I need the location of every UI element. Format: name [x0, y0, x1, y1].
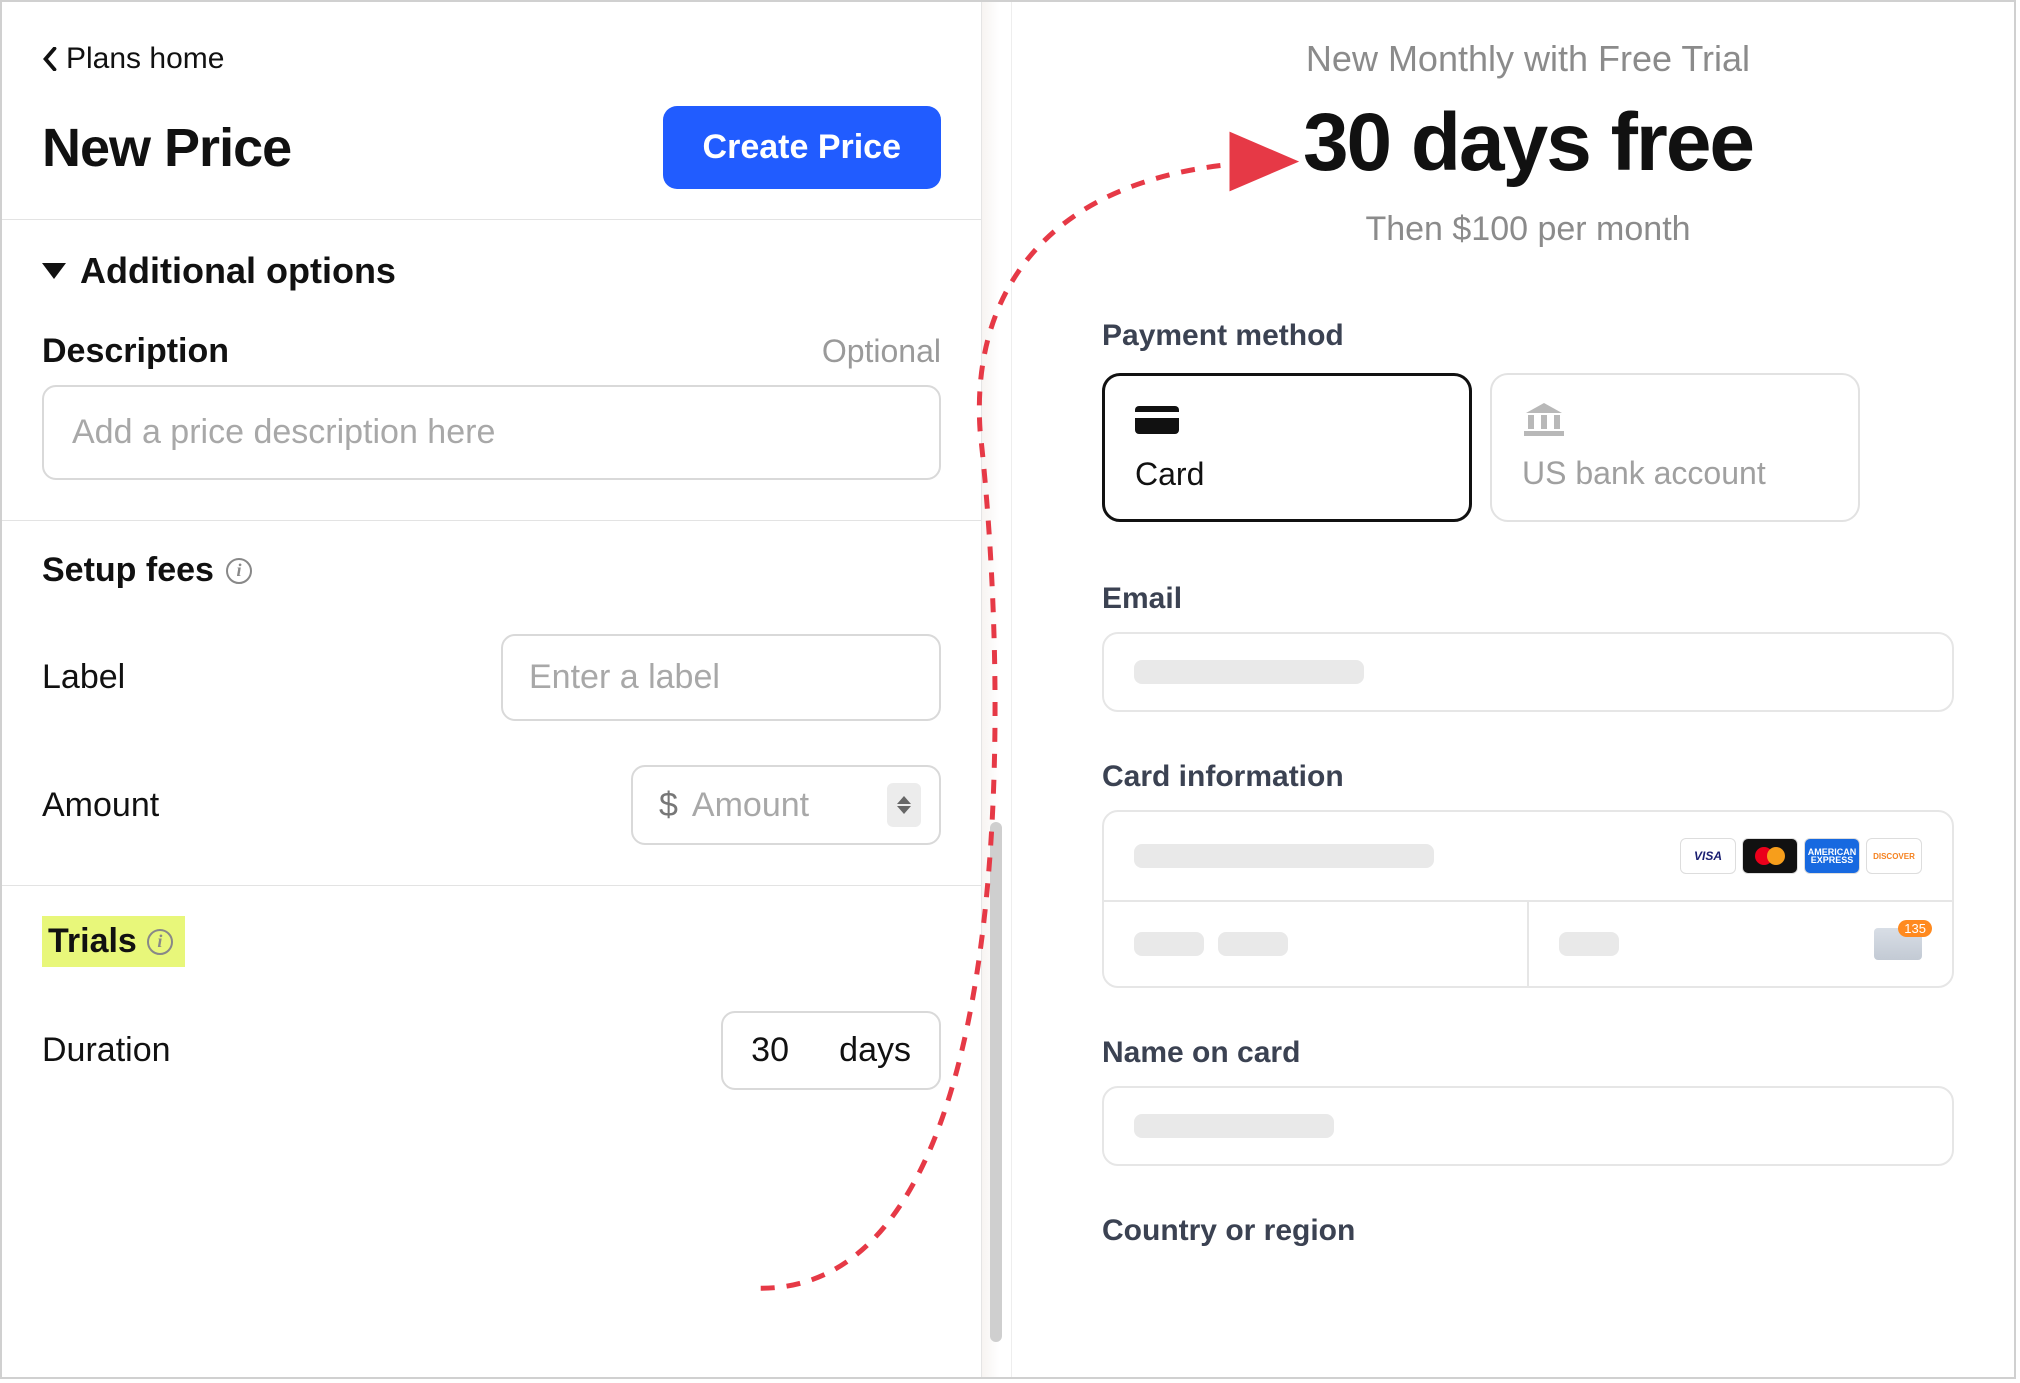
name-on-card-input[interactable] [1102, 1086, 1954, 1166]
card-cvc-input[interactable] [1529, 902, 1952, 986]
description-label: Description [42, 332, 229, 371]
email-input[interactable] [1102, 632, 1954, 712]
info-icon[interactable]: i [147, 929, 173, 955]
name-on-card-label: Name on card [1102, 1036, 1954, 1070]
mastercard-icon [1742, 838, 1798, 874]
duration-field[interactable]: days [721, 1011, 941, 1090]
preview-plan-name: New Monthly with Free Trial [1102, 38, 1954, 80]
payment-method-label: Payment method [1102, 319, 1954, 353]
discover-icon: DISCOVER [1866, 838, 1922, 874]
duration-input[interactable] [751, 1031, 811, 1070]
payment-method-bank[interactable]: US bank account [1490, 373, 1860, 522]
cvc-icon [1874, 928, 1922, 960]
caret-down-icon [897, 806, 911, 814]
duration-unit: days [839, 1031, 911, 1070]
caret-up-icon [897, 796, 911, 804]
setup-fee-label-input[interactable] [501, 634, 941, 721]
breadcrumb-label: Plans home [66, 42, 224, 76]
payment-method-bank-label: US bank account [1522, 455, 1828, 492]
setup-fee-amount-field[interactable]: $ [631, 765, 941, 845]
setup-fee-label-label: Label [42, 658, 125, 697]
page-title: New Price [42, 117, 291, 179]
checkout-preview-panel: New Monthly with Free Trial 30 days free… [1012, 2, 2014, 1377]
optional-tag: Optional [822, 333, 941, 370]
card-info-label: Card information [1102, 760, 1954, 794]
preview-subtext: Then $100 per month [1102, 210, 1954, 249]
card-expiry-input[interactable] [1104, 902, 1529, 986]
description-input[interactable] [42, 385, 941, 480]
left-config-panel: Plans home New Price Create Price Additi… [2, 2, 982, 1377]
chevron-left-icon [42, 47, 58, 71]
card-brand-badges: VISA AMERICANEXPRESS DISCOVER [1680, 838, 1922, 874]
amex-icon: AMERICANEXPRESS [1804, 838, 1860, 874]
setup-fee-amount-input[interactable] [692, 786, 873, 825]
panel-divider[interactable] [982, 2, 1012, 1377]
country-label: Country or region [1102, 1214, 1954, 1248]
visa-icon: VISA [1680, 838, 1736, 874]
card-info-fields: VISA AMERICANEXPRESS DISCOVER [1102, 810, 1954, 988]
card-icon [1135, 402, 1439, 438]
dollar-icon: $ [659, 786, 678, 825]
card-number-input[interactable]: VISA AMERICANEXPRESS DISCOVER [1104, 812, 1952, 902]
breadcrumb-plans-home[interactable]: Plans home [42, 42, 224, 76]
trials-heading: Trials [48, 922, 137, 961]
accordion-label: Additional options [80, 250, 396, 292]
preview-headline: 30 days free [1102, 96, 1954, 190]
duration-label: Duration [42, 1031, 171, 1070]
additional-options-toggle[interactable]: Additional options [42, 250, 941, 292]
email-label: Email [1102, 582, 1954, 616]
payment-method-card-label: Card [1135, 456, 1439, 493]
setup-fee-amount-label: Amount [42, 786, 159, 825]
create-price-button[interactable]: Create Price [663, 106, 941, 189]
amount-stepper[interactable] [887, 783, 921, 827]
payment-method-card[interactable]: Card [1102, 373, 1472, 522]
triangle-down-icon [42, 263, 66, 279]
info-icon[interactable]: i [226, 558, 252, 584]
setup-fees-heading: Setup fees [42, 551, 214, 590]
bank-icon [1522, 401, 1828, 437]
trials-heading-highlight: Trials i [42, 916, 185, 967]
